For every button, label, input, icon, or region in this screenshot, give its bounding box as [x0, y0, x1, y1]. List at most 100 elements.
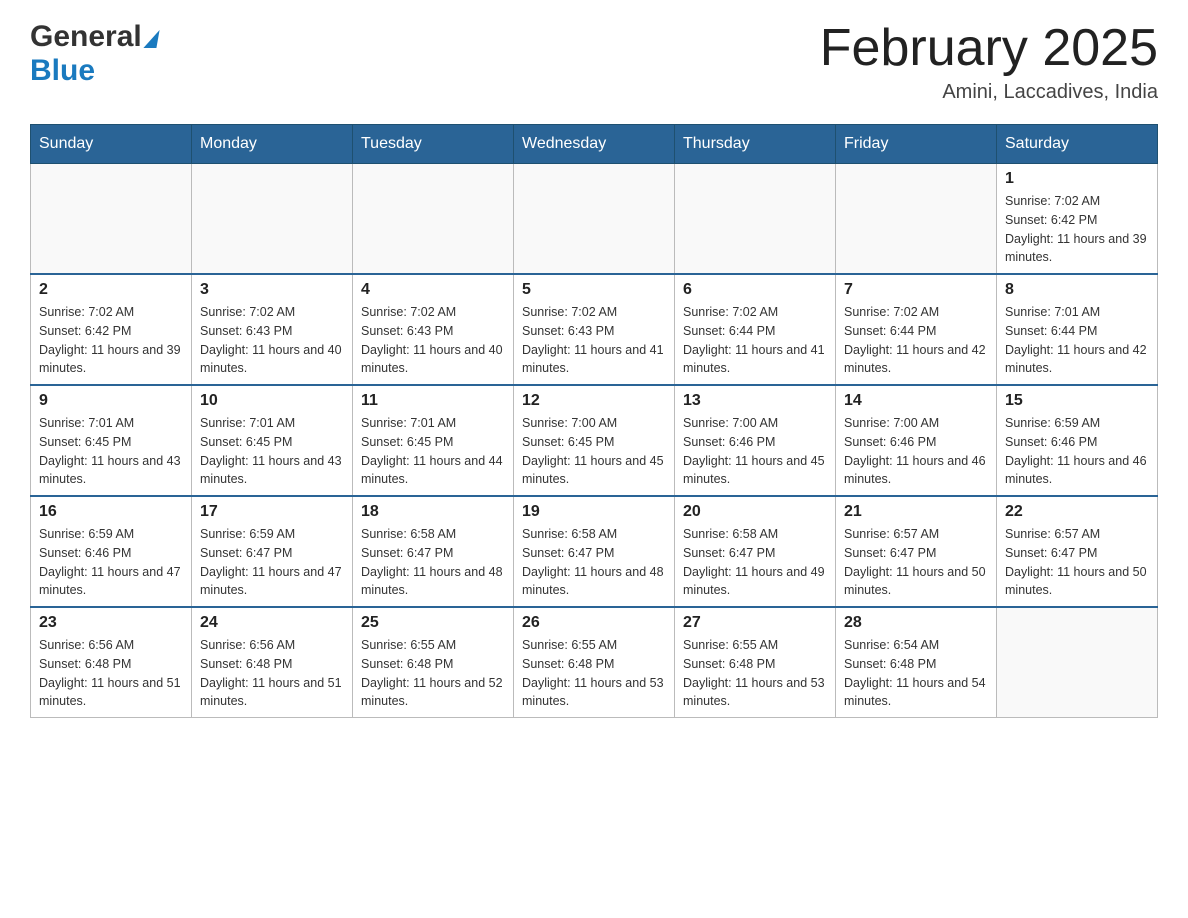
header-sunday: Sunday [31, 125, 192, 164]
day-number: 15 [1005, 392, 1149, 410]
table-row: 12 Sunrise: 7:00 AM Sunset: 6:45 PM Dayli… [514, 385, 675, 496]
calendar-week-row: 16 Sunrise: 6:59 AM Sunset: 6:46 PM Dayli… [31, 496, 1158, 607]
location-text: Amini, Laccadives, India [820, 81, 1158, 104]
day-number: 3 [200, 281, 344, 299]
header-thursday: Thursday [675, 125, 836, 164]
day-number: 8 [1005, 281, 1149, 299]
table-row: 23 Sunrise: 6:56 AM Sunset: 6:48 PM Dayli… [31, 607, 192, 718]
table-row: 26 Sunrise: 6:55 AM Sunset: 6:48 PM Dayli… [514, 607, 675, 718]
table-row: 3Sunrise: 7:02 AM Sunset: 6:43 PM Daylig… [192, 274, 353, 385]
logo-triangle-icon [143, 30, 159, 48]
day-number: 25 [361, 614, 505, 632]
day-info: Sunrise: 6:56 AM Sunset: 6:48 PM Dayligh… [39, 636, 183, 711]
table-row: 16 Sunrise: 6:59 AM Sunset: 6:46 PM Dayli… [31, 496, 192, 607]
calendar-week-row: 9 Sunrise: 7:01 AM Sunset: 6:45 PM Daylig… [31, 385, 1158, 496]
day-info: Sunrise: 6:58 AM Sunset: 6:47 PM Dayligh… [683, 525, 827, 600]
day-info: Sunrise: 7:00 AM Sunset: 6:45 PM Dayligh… [522, 414, 666, 489]
table-row: 19 Sunrise: 6:58 AM Sunset: 6:47 PM Dayli… [514, 496, 675, 607]
day-info: Sunrise: 7:02 AM Sunset: 6:43 PM Dayligh… [522, 303, 666, 378]
table-row: 4 Sunrise: 7:02 AM Sunset: 6:43 PM Daylig… [353, 274, 514, 385]
table-row: 14 Sunrise: 7:00 AM Sunset: 6:46 PM Dayli… [836, 385, 997, 496]
header-monday: Monday [192, 125, 353, 164]
table-row: 10Sunrise: 7:01 AM Sunset: 6:45 PM Dayli… [192, 385, 353, 496]
day-number: 19 [522, 503, 666, 521]
day-number: 28 [844, 614, 988, 632]
table-row [997, 607, 1158, 718]
day-info: Sunrise: 7:02 AM Sunset: 6:43 PM Dayligh… [361, 303, 505, 378]
day-number: 7 [844, 281, 988, 299]
day-info: Sunrise: 7:01 AM Sunset: 6:45 PM Dayligh… [361, 414, 505, 489]
day-number: 26 [522, 614, 666, 632]
table-row: 6 Sunrise: 7:02 AM Sunset: 6:44 PM Daylig… [675, 274, 836, 385]
table-row: 9 Sunrise: 7:01 AM Sunset: 6:45 PM Daylig… [31, 385, 192, 496]
day-number: 21 [844, 503, 988, 521]
table-row: 8 Sunrise: 7:01 AM Sunset: 6:44 PM Daylig… [997, 274, 1158, 385]
header-saturday: Saturday [997, 125, 1158, 164]
header-tuesday: Tuesday [353, 125, 514, 164]
day-number: 13 [683, 392, 827, 410]
table-row: 18Sunrise: 6:58 AM Sunset: 6:47 PM Dayli… [353, 496, 514, 607]
day-info: Sunrise: 7:02 AM Sunset: 6:44 PM Dayligh… [844, 303, 988, 378]
day-info: Sunrise: 7:02 AM Sunset: 6:44 PM Dayligh… [683, 303, 827, 378]
day-number: 9 [39, 392, 183, 410]
table-row [675, 164, 836, 275]
logo-blue-text: Blue [30, 54, 95, 88]
logo-general-text: General [30, 20, 142, 54]
day-info: Sunrise: 7:01 AM Sunset: 6:44 PM Dayligh… [1005, 303, 1149, 378]
logo: General Blue [30, 20, 158, 88]
table-row: 24Sunrise: 6:56 AM Sunset: 6:48 PM Dayli… [192, 607, 353, 718]
table-row: 27 Sunrise: 6:55 AM Sunset: 6:48 PM Dayli… [675, 607, 836, 718]
day-number: 6 [683, 281, 827, 299]
day-number: 11 [361, 392, 505, 410]
day-info: Sunrise: 6:54 AM Sunset: 6:48 PM Dayligh… [844, 636, 988, 711]
calendar-week-row: 2 Sunrise: 7:02 AM Sunset: 6:42 PM Daylig… [31, 274, 1158, 385]
header-friday: Friday [836, 125, 997, 164]
day-info: Sunrise: 6:58 AM Sunset: 6:47 PM Dayligh… [522, 525, 666, 600]
day-info: Sunrise: 6:55 AM Sunset: 6:48 PM Dayligh… [522, 636, 666, 711]
day-info: Sunrise: 6:59 AM Sunset: 6:47 PM Dayligh… [200, 525, 344, 600]
table-row [353, 164, 514, 275]
day-number: 23 [39, 614, 183, 632]
table-row: 7 Sunrise: 7:02 AM Sunset: 6:44 PM Daylig… [836, 274, 997, 385]
calendar-week-row: 1 Sunrise: 7:02 AM Sunset: 6:42 PM Daylig… [31, 164, 1158, 275]
day-info: Sunrise: 6:55 AM Sunset: 6:48 PM Dayligh… [683, 636, 827, 711]
day-number: 16 [39, 503, 183, 521]
day-number: 5 [522, 281, 666, 299]
day-info: Sunrise: 7:02 AM Sunset: 6:42 PM Dayligh… [1005, 192, 1149, 267]
day-number: 12 [522, 392, 666, 410]
table-row [836, 164, 997, 275]
table-row: 28 Sunrise: 6:54 AM Sunset: 6:48 PM Dayli… [836, 607, 997, 718]
day-number: 22 [1005, 503, 1149, 521]
day-info: Sunrise: 6:57 AM Sunset: 6:47 PM Dayligh… [844, 525, 988, 600]
day-number: 4 [361, 281, 505, 299]
day-number: 27 [683, 614, 827, 632]
day-info: Sunrise: 7:02 AM Sunset: 6:42 PM Dayligh… [39, 303, 183, 378]
day-info: Sunrise: 6:59 AM Sunset: 6:46 PM Dayligh… [39, 525, 183, 600]
day-info: Sunrise: 6:59 AM Sunset: 6:46 PM Dayligh… [1005, 414, 1149, 489]
header-wednesday: Wednesday [514, 125, 675, 164]
day-info: Sunrise: 6:57 AM Sunset: 6:47 PM Dayligh… [1005, 525, 1149, 600]
day-number: 2 [39, 281, 183, 299]
day-info: Sunrise: 7:01 AM Sunset: 6:45 PM Dayligh… [39, 414, 183, 489]
title-section: February 2025 Amini, Laccadives, India [820, 20, 1158, 104]
table-row: 2 Sunrise: 7:02 AM Sunset: 6:42 PM Daylig… [31, 274, 192, 385]
day-number: 17 [200, 503, 344, 521]
table-row [31, 164, 192, 275]
calendar-week-row: 23 Sunrise: 6:56 AM Sunset: 6:48 PM Dayli… [31, 607, 1158, 718]
day-info: Sunrise: 6:58 AM Sunset: 6:47 PM Dayligh… [361, 525, 505, 600]
calendar-header-row: Sunday Monday Tuesday Wednesday Thursday… [31, 125, 1158, 164]
table-row: 1 Sunrise: 7:02 AM Sunset: 6:42 PM Daylig… [997, 164, 1158, 275]
table-row [192, 164, 353, 275]
page-header: General Blue February 2025 Amini, Laccad… [30, 20, 1158, 104]
day-number: 20 [683, 503, 827, 521]
day-info: Sunrise: 7:00 AM Sunset: 6:46 PM Dayligh… [844, 414, 988, 489]
day-number: 24 [200, 614, 344, 632]
day-number: 1 [1005, 170, 1149, 188]
table-row: 15 Sunrise: 6:59 AM Sunset: 6:46 PM Dayli… [997, 385, 1158, 496]
day-info: Sunrise: 7:01 AM Sunset: 6:45 PM Dayligh… [200, 414, 344, 489]
day-number: 14 [844, 392, 988, 410]
table-row: 21 Sunrise: 6:57 AM Sunset: 6:47 PM Dayli… [836, 496, 997, 607]
table-row: 17 Sunrise: 6:59 AM Sunset: 6:47 PM Dayli… [192, 496, 353, 607]
day-info: Sunrise: 7:00 AM Sunset: 6:46 PM Dayligh… [683, 414, 827, 489]
month-title: February 2025 [820, 20, 1158, 77]
